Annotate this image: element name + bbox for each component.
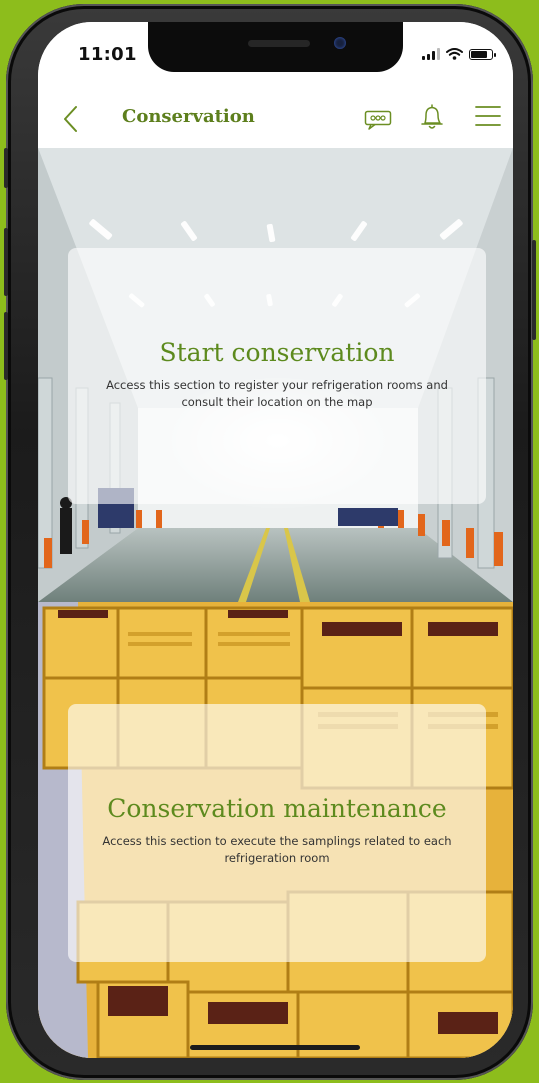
power-button	[532, 240, 536, 340]
page-title: Conservation	[122, 106, 255, 127]
status-icons	[422, 48, 496, 60]
notch	[148, 22, 403, 72]
wifi-icon	[446, 48, 463, 60]
start-conservation-description: Access this section to register your ref…	[106, 378, 448, 409]
front-camera	[334, 37, 346, 49]
status-bar: 11:01	[38, 22, 513, 92]
bell-icon[interactable]	[420, 102, 444, 132]
conservation-maintenance-section: Conservation maintenance Access this sec…	[38, 602, 513, 1058]
start-conservation-section: Start conservation Access this section t…	[38, 148, 513, 602]
app-header: Conservation	[38, 92, 513, 148]
mute-switch	[4, 148, 8, 188]
phone-screen: 11:01 Conservation Start conservation Ac…	[38, 22, 513, 1058]
conservation-maintenance-card[interactable]: Conservation maintenance Access this sec…	[68, 704, 486, 962]
status-time: 11:01	[78, 44, 137, 65]
volume-down-button	[4, 312, 8, 380]
home-indicator[interactable]	[190, 1045, 360, 1050]
back-chevron-icon[interactable]	[60, 104, 82, 134]
start-conservation-card[interactable]: Start conservation Access this section t…	[68, 248, 486, 504]
conservation-maintenance-description: Access this section to execute the sampl…	[102, 834, 452, 865]
battery-icon	[469, 49, 496, 60]
chat-icon[interactable]	[364, 110, 392, 130]
signal-icon	[422, 48, 440, 60]
menu-icon[interactable]	[474, 104, 502, 128]
volume-up-button	[4, 228, 8, 296]
start-conservation-title: Start conservation	[159, 338, 395, 367]
conservation-maintenance-title: Conservation maintenance	[107, 794, 447, 823]
speaker	[248, 40, 310, 47]
